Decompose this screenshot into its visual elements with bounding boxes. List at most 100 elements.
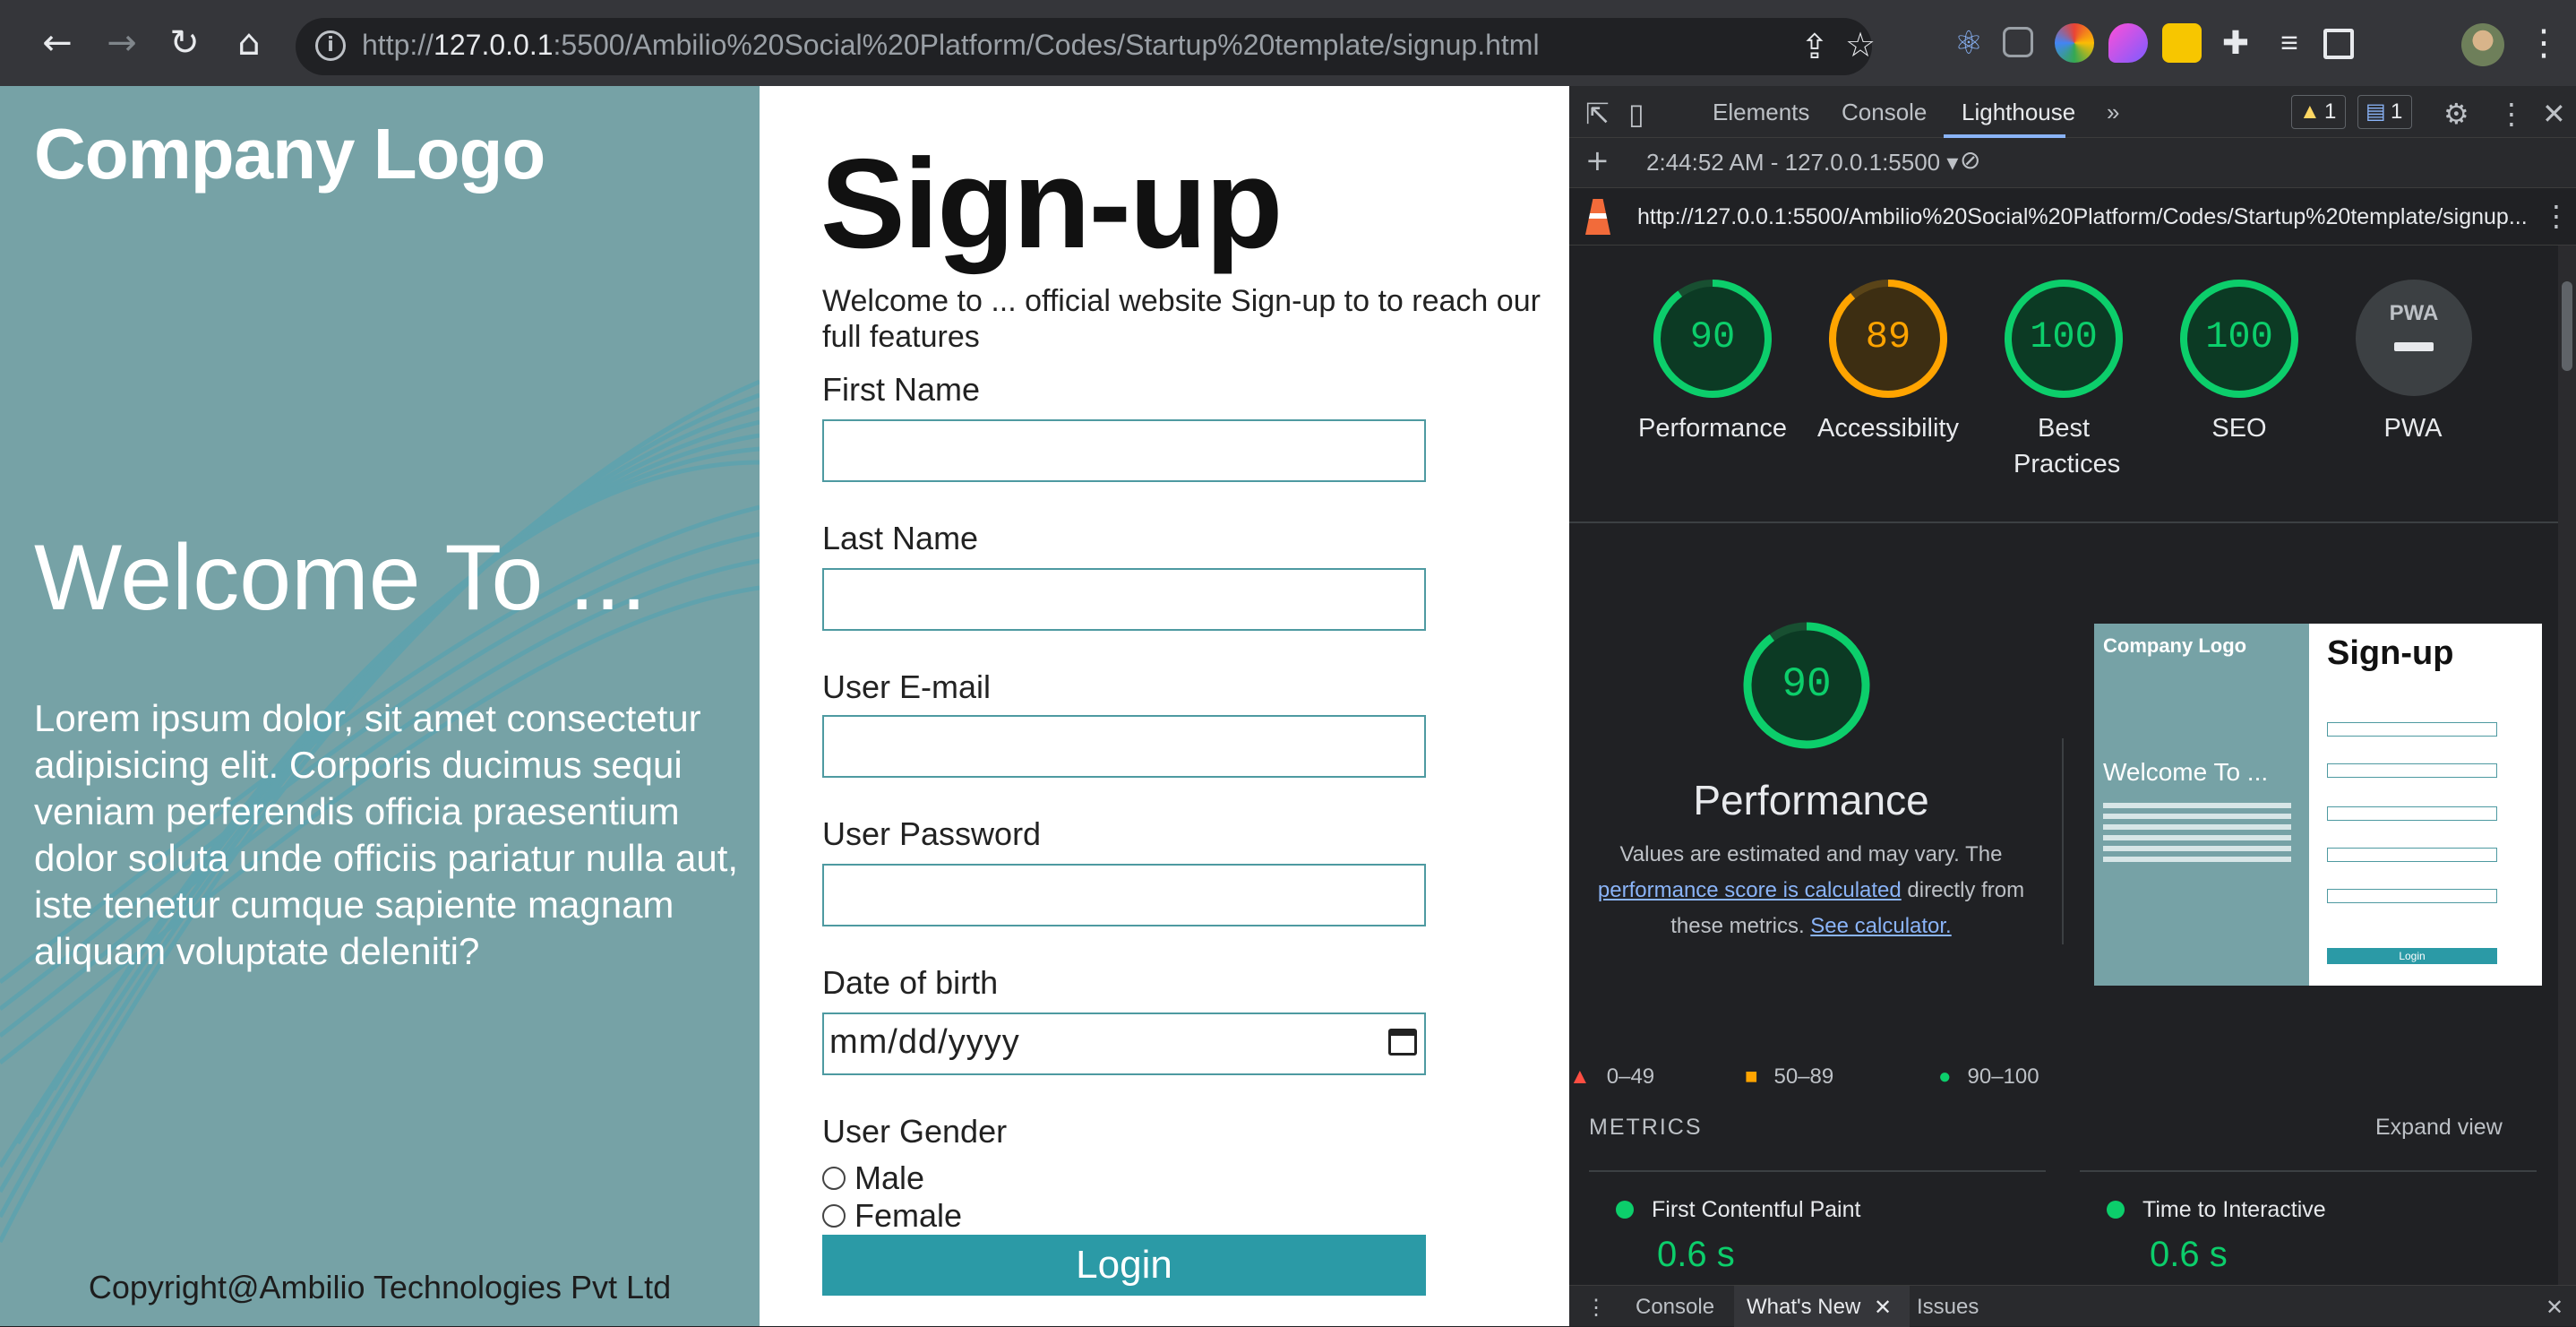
drawer-tab-issues[interactable]: Issues — [1917, 1295, 1979, 1320]
close-drawer-icon[interactable]: ✕ — [2546, 1295, 2563, 1321]
label-pwa: PWA — [2383, 414, 2443, 443]
legend-pass: ● 90–100 — [1938, 1064, 2039, 1089]
password-label: User Password — [822, 815, 1042, 852]
hero-panel: Company Logo Welcome To ... Lorem ipsum … — [0, 86, 760, 1326]
label-best-practices: Best Practices — [2014, 414, 2121, 478]
login-button[interactable]: Login — [822, 1235, 1426, 1296]
drawer-tab-console[interactable]: Console — [1636, 1295, 1714, 1320]
devtools-menu-icon[interactable]: ⋮ — [2497, 97, 2526, 131]
gender-label: User Gender — [822, 1113, 1008, 1150]
tab-elements[interactable]: Elements — [1713, 99, 1809, 126]
thumb-field — [2327, 722, 2497, 737]
thumb-logo: Company Logo — [2103, 634, 2247, 657]
thumb-login: Login — [2327, 948, 2497, 964]
signup-form: Sign-up Welcome to ... official website … — [760, 86, 1569, 1326]
last-name-field[interactable] — [822, 568, 1426, 631]
big-performance-score: 90 — [1782, 661, 1832, 708]
extension-chart-icon[interactable] — [2162, 23, 2202, 63]
report-menu-icon[interactable]: ⋮ — [2542, 199, 2571, 233]
report-url-bar: http://127.0.0.1:5500/Ambilio%20Social%2… — [1569, 188, 2576, 246]
inspect-element-icon[interactable]: ⇱ — [1585, 97, 1610, 131]
metrics-divider — [1589, 1170, 2046, 1172]
more-tabs-icon[interactable]: » — [2107, 99, 2119, 126]
side-panel-icon[interactable] — [2323, 29, 2354, 59]
site-info-icon[interactable]: i — [315, 30, 346, 61]
report-selector[interactable]: 2:44:52 AM - 127.0.0.1:5500 ▾ — [1646, 149, 1958, 177]
settings-gear-icon[interactable]: ⚙ — [2443, 97, 2469, 131]
device-toolbar-icon[interactable]: ▯ — [1628, 97, 1644, 131]
report-url[interactable]: http://127.0.0.1:5500/Ambilio%20Social%2… — [1637, 204, 2528, 230]
browser-toolbar: ← → ↻ ⌂ i http://127.0.0.1:5500/Ambilio%… — [0, 0, 2576, 86]
scrollbar-thumb[interactable] — [2562, 281, 2572, 371]
label-performance: Performance — [1637, 414, 1787, 443]
first-name-field[interactable] — [822, 419, 1426, 482]
profile-avatar[interactable] — [2461, 23, 2504, 66]
bookmark-star-icon[interactable]: ☆ — [1845, 25, 1876, 65]
share-icon[interactable]: ⇪ — [1800, 27, 1829, 66]
score-calculated-link[interactable]: performance score is calculated — [1598, 878, 1902, 902]
gender-male-label: Male — [854, 1159, 925, 1196]
pwa-badge-icon[interactable]: PWA — [2356, 280, 2472, 396]
reading-list-icon[interactable]: ≡ — [2270, 23, 2309, 63]
forward-icon[interactable]: → — [99, 20, 145, 66]
password-field[interactable] — [822, 864, 1426, 926]
puzzle-icon[interactable]: ✚ — [2216, 23, 2255, 63]
clear-report-icon[interactable]: ⊘ — [1960, 145, 1980, 175]
devtools-scrollbar[interactable] — [2558, 246, 2576, 1285]
extension-icon[interactable] — [2003, 27, 2033, 57]
extension-purple-icon[interactable] — [2108, 23, 2148, 63]
welcome-text: Lorem ipsum dolor, sit amet consectetur … — [34, 697, 739, 972]
triangle-icon: ▲ — [1569, 1064, 1591, 1089]
divider — [1569, 521, 2558, 523]
drawer-tab-whats-new[interactable]: What's New — [1747, 1295, 1860, 1320]
metrics-divider — [2080, 1170, 2537, 1172]
back-icon[interactable]: ← — [34, 20, 81, 66]
tab-lighthouse[interactable]: Lighthouse — [1962, 99, 2075, 126]
thumb-field — [2327, 848, 2497, 862]
new-report-icon[interactable]: + — [1585, 143, 1610, 177]
warning-icon: ▲ — [2299, 99, 2321, 124]
address-bar[interactable]: i http://127.0.0.1:5500/Ambilio%20Social… — [296, 18, 1876, 75]
warnings-badge[interactable]: ▲ 1 — [2291, 95, 2347, 129]
gender-male-radio[interactable]: Male — [822, 1159, 924, 1197]
welcome-heading: Welcome To ... — [34, 526, 647, 630]
calendar-icon[interactable] — [1388, 1029, 1417, 1056]
thumb-field — [2327, 889, 2497, 903]
thumb-welcome: Welcome To ... — [2103, 758, 2269, 786]
lighthouse-icon — [1585, 199, 1610, 235]
email-field[interactable] — [822, 715, 1426, 778]
label-seo: SEO — [2211, 414, 2267, 443]
close-tab-icon[interactable]: ✕ — [1874, 1295, 1892, 1321]
first-name-label: First Name — [822, 371, 981, 408]
page-title: Sign-up — [820, 133, 1283, 275]
last-name-label: Last Name — [822, 520, 979, 556]
score-accessibility: 89 — [1865, 315, 1911, 358]
metric-fcp: First Contentful Paint — [1616, 1197, 1860, 1223]
company-logo: Company Logo — [34, 114, 545, 194]
gender-female-radio[interactable]: Female — [822, 1197, 962, 1235]
color-picker-icon[interactable] — [2055, 23, 2094, 63]
gender-female-label: Female — [854, 1197, 963, 1234]
reload-icon[interactable]: ↻ — [161, 20, 208, 66]
vertical-divider — [2062, 738, 2064, 944]
close-devtools-icon[interactable]: ✕ — [2542, 97, 2566, 131]
see-calculator-link[interactable]: See calculator. — [1810, 914, 1951, 938]
drawer-menu-icon[interactable]: ⋮ — [1585, 1295, 1607, 1321]
home-icon[interactable]: ⌂ — [226, 20, 272, 66]
performance-note: Values are estimated and may vary. The p… — [1597, 842, 2025, 938]
url-text[interactable]: http://127.0.0.1:5500/Ambilio%20Social%2… — [362, 29, 1540, 62]
score-best-practices: 100 — [2030, 315, 2098, 358]
react-devtools-icon[interactable]: ⚛ — [1949, 23, 1988, 63]
thumb-title: Sign-up — [2327, 634, 2454, 672]
menu-icon[interactable]: ⋮ — [2526, 20, 2562, 66]
issues-badge[interactable]: ▤ 1 — [2357, 95, 2413, 129]
score-seo: 100 — [2205, 315, 2273, 358]
legend-fail: ▲ 0–49 — [1569, 1064, 1655, 1089]
radio-circle-icon[interactable] — [822, 1167, 846, 1190]
expand-view-link[interactable]: Expand view — [2375, 1115, 2503, 1141]
page-screenshot-thumbnail[interactable]: Company Logo Welcome To ... Sign-up Logi… — [2094, 624, 2542, 986]
pass-dot-icon — [2107, 1201, 2125, 1219]
tab-console[interactable]: Console — [1842, 99, 1927, 126]
radio-circle-icon[interactable] — [822, 1204, 846, 1228]
score-performance: 90 — [1689, 315, 1736, 358]
